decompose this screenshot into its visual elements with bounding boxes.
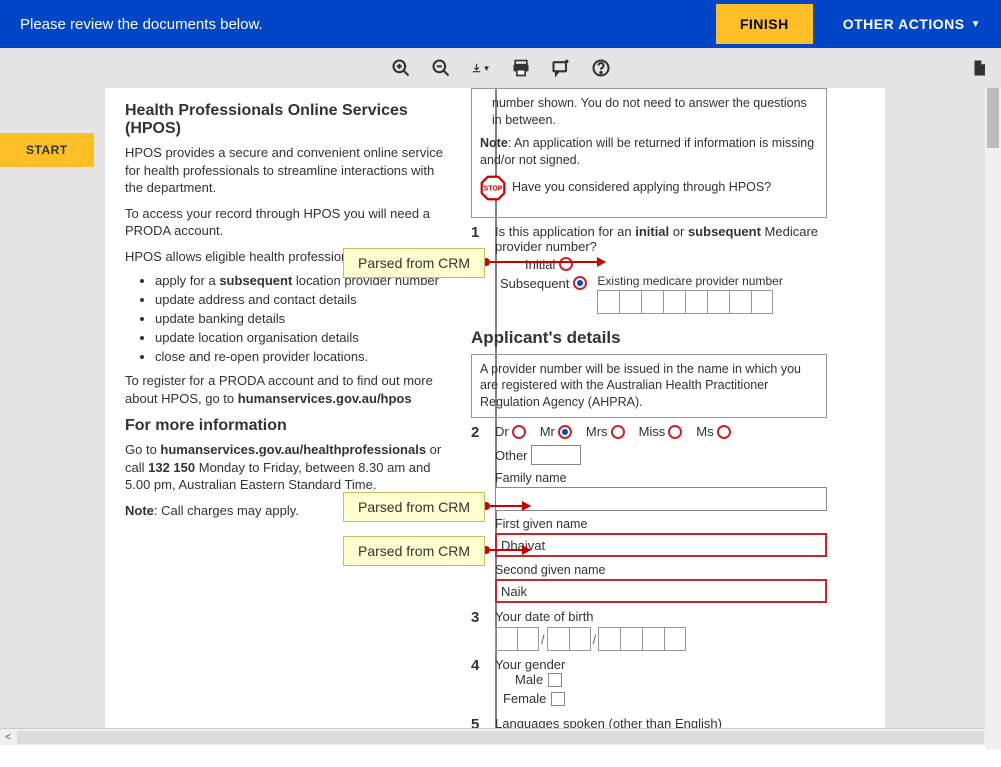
question-2: 2 Dr Mr Mrs Miss Ms Other Family name Fi… xyxy=(471,424,827,603)
bullet-2: update address and contact details xyxy=(155,292,447,307)
banner-message: Please review the documents below. xyxy=(20,16,263,33)
q4-number: 4 xyxy=(471,657,485,710)
q1-initial-option[interactable]: Initial xyxy=(525,257,827,272)
horizontal-scrollbar[interactable]: < > xyxy=(0,728,1001,745)
existing-provider-input[interactable] xyxy=(597,290,782,314)
download-icon[interactable]: ▼ xyxy=(471,58,491,78)
other-actions-label: OTHER ACTIONS xyxy=(843,16,965,32)
q1-subsequent-option[interactable]: Subsequent xyxy=(500,276,587,291)
title-mr[interactable]: Mr xyxy=(540,424,572,439)
radio-icon xyxy=(611,425,625,439)
other-title-input[interactable] xyxy=(531,445,581,465)
hpos-title: Health Professionals Online Services (HP… xyxy=(125,102,447,138)
callout-crm-2: Parsed from CRM xyxy=(343,492,485,522)
banner-actions: FINISH OTHER ACTIONS ▼ xyxy=(716,4,981,44)
stop-icon: STOP xyxy=(480,175,506,201)
radio-icon xyxy=(559,257,573,271)
q3-number: 3 xyxy=(471,609,485,651)
scroll-left-icon[interactable]: < xyxy=(0,729,16,745)
callout-crm-1: Parsed from CRM xyxy=(343,248,485,278)
hpos-bullets: apply for a subsequent location provider… xyxy=(155,273,447,364)
hpos-desc-2: To access your record through HPOS you w… xyxy=(125,205,447,240)
arrow-2 xyxy=(490,505,530,507)
scrollbar-track[interactable] xyxy=(17,731,984,744)
arrow-1 xyxy=(490,261,605,263)
radio-icon xyxy=(573,276,587,290)
radio-icon xyxy=(558,425,572,439)
family-name-input[interactable] xyxy=(495,487,827,511)
radio-icon xyxy=(512,425,526,439)
documents-panel-icon[interactable] xyxy=(969,58,989,78)
bullet-4: update location organisation details xyxy=(155,330,447,345)
top-banner: Please review the documents below. FINIS… xyxy=(0,0,1001,48)
q1-body: Is this application for an initial or su… xyxy=(495,224,827,314)
q2-body: Dr Mr Mrs Miss Ms Other Family name Firs… xyxy=(495,424,827,603)
initial-label: Initial xyxy=(525,257,555,272)
question-4: 4 Your gender Male Female xyxy=(471,657,827,710)
document-viewport: START Health Professionals Online Servic… xyxy=(0,88,1001,728)
title-dr[interactable]: Dr xyxy=(495,424,526,439)
callout-crm-3: Parsed from CRM xyxy=(343,536,485,566)
zoom-in-icon[interactable] xyxy=(391,58,411,78)
bullet-5: close and re-open provider locations. xyxy=(155,349,447,364)
right-column: number shown. You do not need to answer … xyxy=(467,88,847,728)
scrollbar-thumb[interactable] xyxy=(987,88,999,148)
start-button[interactable]: START xyxy=(0,133,94,167)
stop-question: Have you considered applying through HPO… xyxy=(512,179,771,196)
print-icon[interactable] xyxy=(511,58,531,78)
title-other[interactable]: Other xyxy=(495,445,581,465)
dob-label: Your date of birth xyxy=(495,609,827,624)
gender-female[interactable]: Female xyxy=(503,691,827,706)
left-column: Health Professionals Online Services (HP… xyxy=(105,88,467,728)
more-info-text: Go to humanservices.gov.au/healthprofess… xyxy=(125,441,447,494)
title-ms[interactable]: Ms xyxy=(696,424,730,439)
toolbar: ▼ xyxy=(0,48,1001,88)
applicant-details-heading: Applicant's details xyxy=(471,328,827,348)
arrow-3 xyxy=(490,549,530,551)
hpos-desc-1: HPOS provides a secure and convenient on… xyxy=(125,144,447,197)
svg-text:STOP: STOP xyxy=(484,185,503,192)
question-3: 3 Your date of birth // xyxy=(471,609,827,651)
gender-male[interactable]: Male xyxy=(515,672,827,687)
first-given-input[interactable]: Dhaivat xyxy=(495,533,827,557)
q4-body: Your gender Male Female xyxy=(495,657,827,710)
title-mrs[interactable]: Mrs xyxy=(586,424,625,439)
bullet-3: update banking details xyxy=(155,311,447,326)
stop-line: STOP Have you considered applying throug… xyxy=(480,175,818,201)
q3-body: Your date of birth // xyxy=(495,609,827,651)
second-given-label: Second given name xyxy=(495,563,827,577)
finish-button[interactable]: FINISH xyxy=(716,4,813,44)
proda-reg: To register for a PRODA account and to f… xyxy=(125,372,447,407)
document-page: Health Professionals Online Services (HP… xyxy=(105,88,885,728)
vertical-scrollbar[interactable] xyxy=(985,88,1001,750)
q5-body: Languages spoken (other than English) xyxy=(495,716,827,728)
applicant-note: A provider number will be issued in the … xyxy=(471,354,827,419)
chevron-down-icon: ▼ xyxy=(971,19,981,30)
overflow-notebox: number shown. You do not need to answer … xyxy=(471,88,827,218)
existing-provider-label: Existing medicare provider number xyxy=(597,274,782,288)
title-miss[interactable]: Miss xyxy=(639,424,683,439)
zoom-out-icon[interactable] xyxy=(431,58,451,78)
first-given-label: First given name xyxy=(495,517,827,531)
other-actions-menu[interactable]: OTHER ACTIONS ▼ xyxy=(843,16,981,32)
more-info-heading: For more information xyxy=(125,417,447,435)
comment-icon[interactable] xyxy=(551,58,571,78)
question-1: 1 Is this application for an initial or … xyxy=(471,224,827,314)
overflow-text: number shown. You do not need to answer … xyxy=(492,95,818,129)
dob-input[interactable]: // xyxy=(495,627,827,651)
family-name-label: Family name xyxy=(495,471,827,485)
radio-icon xyxy=(668,425,682,439)
checkbox-icon xyxy=(551,692,565,706)
question-5: 5 Languages spoken (other than English) xyxy=(471,716,827,728)
note-return: Note: An application will be returned if… xyxy=(480,135,818,169)
q5-number: 5 xyxy=(471,716,485,728)
second-given-input[interactable]: Naik xyxy=(495,579,827,603)
languages-label: Languages spoken (other than English) xyxy=(495,716,827,728)
gender-label: Your gender xyxy=(495,657,827,672)
title-radio-row: Dr Mr Mrs Miss Ms Other xyxy=(495,424,827,465)
subsequent-label: Subsequent xyxy=(500,276,569,291)
checkbox-icon xyxy=(548,673,562,687)
help-icon[interactable] xyxy=(591,58,611,78)
radio-icon xyxy=(717,425,731,439)
